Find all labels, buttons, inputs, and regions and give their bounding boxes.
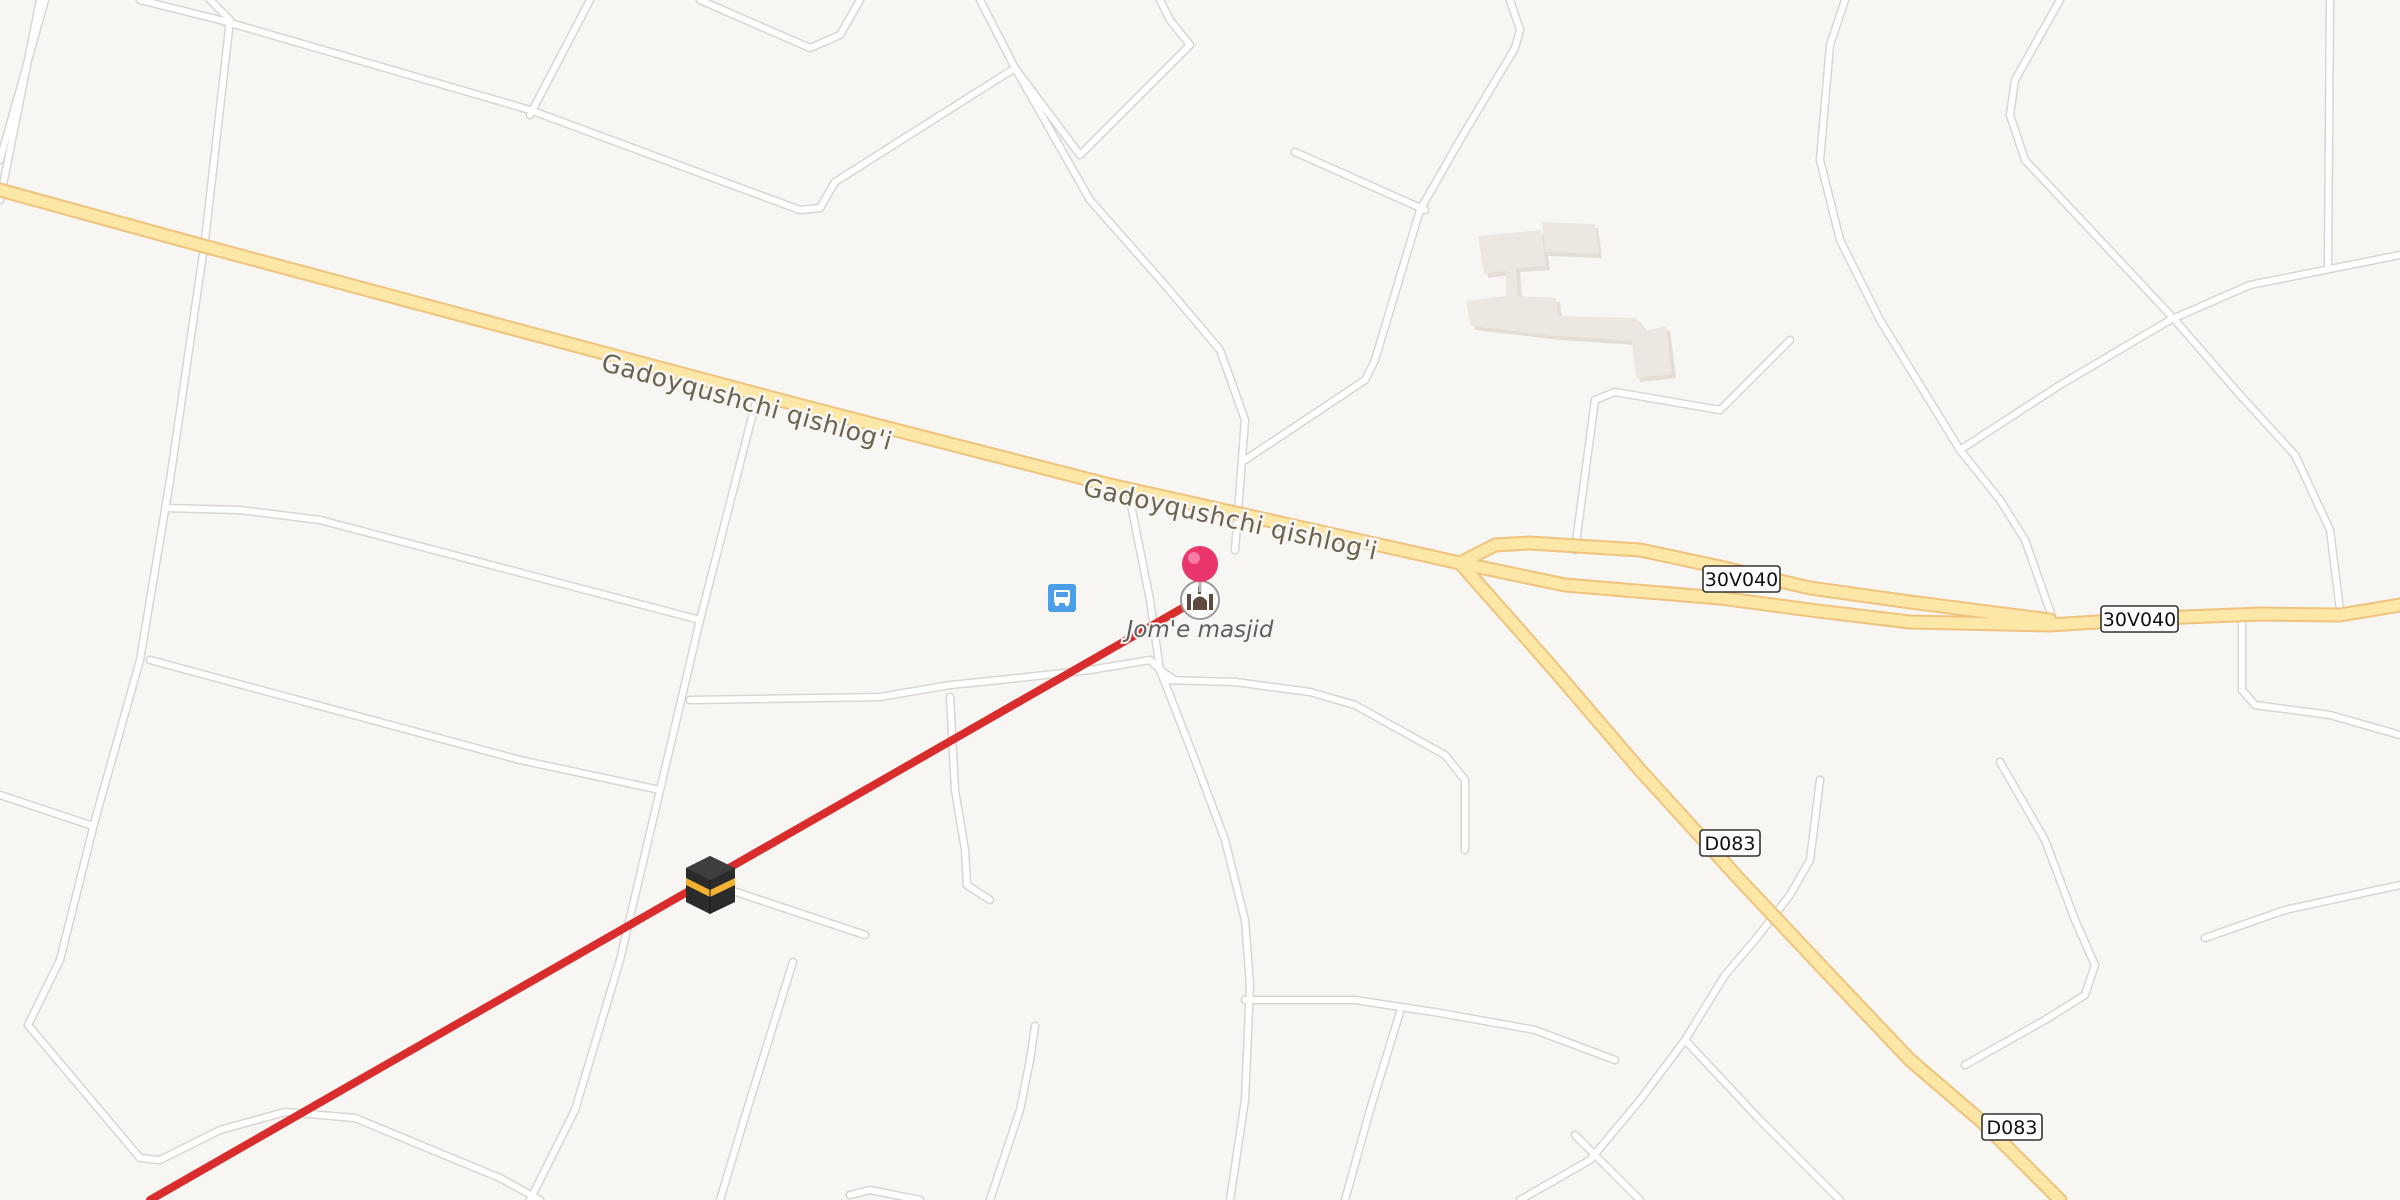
route-shield-label: 30V040 xyxy=(1705,569,1778,591)
road-segment xyxy=(2325,0,2333,271)
route-shield-d083-a[interactable]: D083 xyxy=(1699,829,1761,857)
poi-label-mosque: Jom'e masjid xyxy=(1123,617,1274,643)
route-shield-label: D083 xyxy=(1987,1117,2038,1139)
route-shield-label: D083 xyxy=(1705,833,1756,855)
route-shield-d083-b[interactable]: D083 xyxy=(1981,1113,2043,1141)
kaaba-icon[interactable] xyxy=(686,856,735,914)
route-shield-30v040-b[interactable]: 30V040 xyxy=(2100,605,2179,633)
route-shield-label: 30V040 xyxy=(2103,609,2176,631)
route-shield-30v040-a[interactable]: 30V040 xyxy=(1702,565,1781,593)
map-canvas[interactable]: Gadoyqushchi qishlog'i Gadoyqushchi qish… xyxy=(0,0,2400,1200)
bus-stop-icon[interactable] xyxy=(1048,584,1076,612)
